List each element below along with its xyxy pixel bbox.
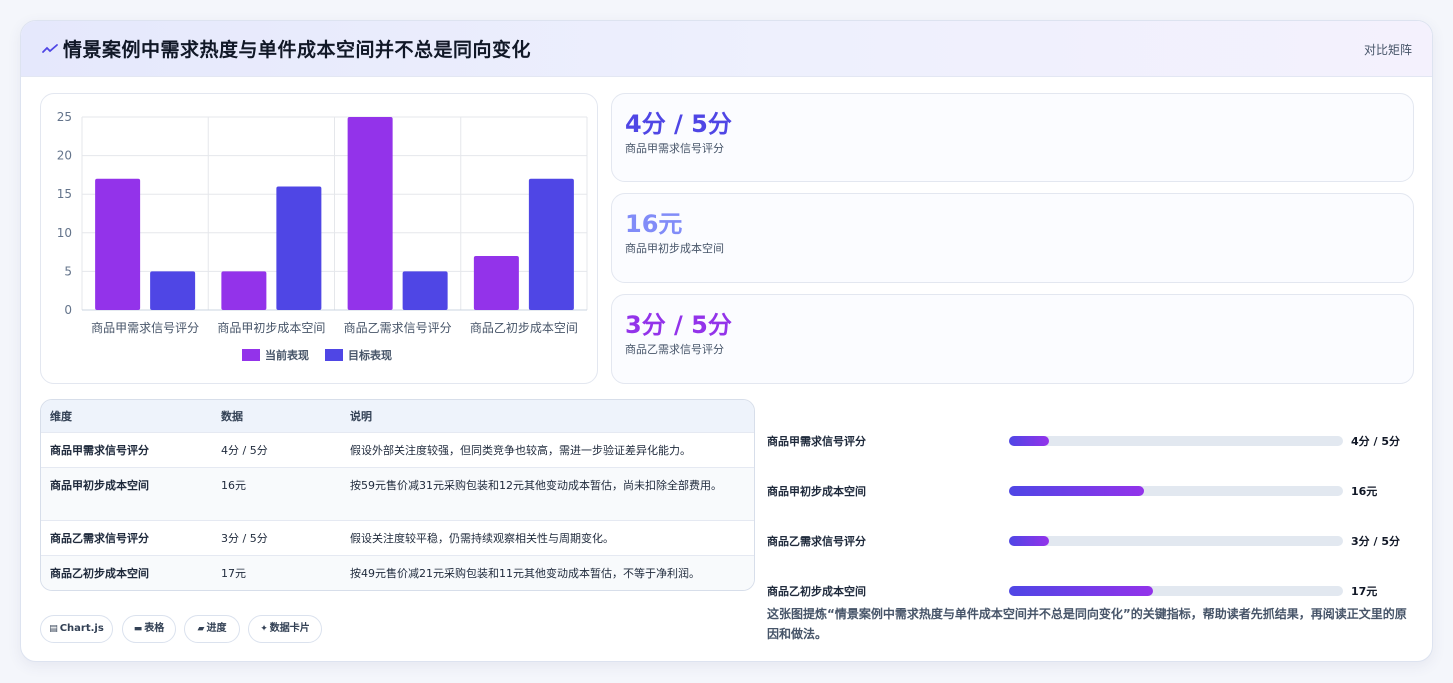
bar-current xyxy=(95,178,141,310)
bar-current xyxy=(347,117,393,310)
chart-svg: 0 5 10 15 20 25 商品甲需求信号评分 商品甲初步成本空间 商品乙需求信号评分 商品乙… xyxy=(57,110,588,362)
x-tick-label: 商品甲初步成本空间 xyxy=(217,320,325,335)
progress-track xyxy=(1009,536,1343,546)
progress-row: 商品甲需求信号评分 4分 / 5分 xyxy=(767,426,1417,456)
pill-label: 数据卡片 xyxy=(269,623,310,634)
sparkline-icon xyxy=(41,40,59,58)
x-tick-label: 商品甲需求信号评分 xyxy=(91,320,199,335)
pill-2[interactable]: ▬ 表格 xyxy=(122,615,176,643)
progress-value: 16元 xyxy=(1351,485,1378,498)
y-tick-label: 25 xyxy=(57,110,72,124)
legend-swatch xyxy=(242,349,260,361)
sparkle-icon: ✦ xyxy=(260,624,268,634)
progress-row: 商品甲初步成本空间 16元 xyxy=(767,476,1417,506)
progress-value: 4分 / 5分 xyxy=(1351,435,1400,448)
progress-value: 3分 / 5分 xyxy=(1351,535,1400,548)
pill-1[interactable]: ▤ Chart.js xyxy=(40,615,113,643)
page-title: 情景案例中需求热度与单件成本空间并不总是同向变化 xyxy=(63,39,532,61)
progress-fill xyxy=(1009,436,1050,446)
pill-4[interactable]: ✦ 数据卡片 xyxy=(248,615,322,643)
progress-label: 商品乙需求信号评分 xyxy=(767,535,866,548)
stat-card: 3分 / 5分商品乙需求信号评分 xyxy=(611,294,1414,384)
progress-label: 商品乙初步成本空间 xyxy=(767,585,866,598)
stat-value: 16元 xyxy=(625,210,683,238)
table-cell: 商品甲初步成本空间 xyxy=(50,479,149,492)
progress-fill xyxy=(1009,486,1145,496)
data-table: 维度 数据 说明商品甲需求信号评分 4分 / 5分 假设外部关注度较强，但同类竞争也较高… xyxy=(40,399,755,591)
x-tick-label: 商品乙需求信号评分 xyxy=(344,320,452,335)
y-tick-label: 15 xyxy=(57,187,72,201)
table-cell: 按59元售价减31元采购包装和12元其他变动成本暂估，尚未扣除全部费用。 xyxy=(350,479,722,492)
table-header-cell: 维度 xyxy=(50,410,72,423)
y-tick-label: 0 xyxy=(64,303,72,317)
bar-target xyxy=(528,178,574,310)
pill-3[interactable]: ▰ 进度 xyxy=(184,615,240,643)
stat-value: 4分 / 5分 xyxy=(625,110,732,138)
table-header-cell: 数据 xyxy=(221,410,243,423)
table-cell: 3分 / 5分 xyxy=(221,532,268,545)
caption-text: 这张图提炼“情景案例中需求热度与单件成本空间并不总是同向变化”的关键指标，帮助读… xyxy=(767,607,1407,641)
stat-label: 商品甲需求信号评分 xyxy=(625,142,724,155)
table-cell: 商品甲需求信号评分 xyxy=(50,444,149,457)
progress-label: 商品甲初步成本空间 xyxy=(767,485,866,498)
pill-label: Chart.js xyxy=(59,623,104,634)
bar-current xyxy=(221,271,267,310)
legend-label: 目标表现 xyxy=(348,348,392,362)
table-cell: 假设外部关注度较强，但同类竞争也较高，需进一步验证差异化能力。 xyxy=(350,444,691,457)
table-header-row: 维度 数据 说明 xyxy=(41,400,754,433)
pill-label: 进度 xyxy=(206,623,227,634)
progress-label: 商品甲需求信号评分 xyxy=(767,435,866,448)
pill-label: 表格 xyxy=(144,623,165,634)
table-row: 商品乙初步成本空间 17元 按49元售价减21元采购包装和11元其他变动成本暂估，不… xyxy=(41,556,754,590)
y-tick-label: 5 xyxy=(64,264,72,278)
y-tick-label: 20 xyxy=(57,149,72,163)
progress-track xyxy=(1009,586,1343,596)
stat-value: 3分 / 5分 xyxy=(625,311,732,339)
progress-track xyxy=(1009,436,1343,446)
progress-row: 商品乙初步成本空间 17元 xyxy=(767,576,1417,606)
bar-target xyxy=(276,186,322,310)
table-cell: 商品乙初步成本空间 xyxy=(50,567,149,580)
stat-label: 商品甲初步成本空间 xyxy=(625,242,724,255)
table-cell: 16元 xyxy=(221,479,246,492)
bar-current xyxy=(473,255,519,310)
stat-card: 16元商品甲初步成本空间 xyxy=(611,193,1414,283)
legend-label: 当前表现 xyxy=(265,348,309,362)
header-tag: 对比矩阵 xyxy=(1363,43,1412,57)
progress-row: 商品乙需求信号评分 3分 / 5分 xyxy=(767,526,1417,556)
table-cell: 4分 / 5分 xyxy=(221,444,268,457)
progress-icon: ▰ xyxy=(197,624,205,634)
table-icon: ▬ xyxy=(133,624,143,634)
table-row: 商品甲需求信号评分 4分 / 5分 假设外部关注度较强，但同类竞争也较高，需进一步验… xyxy=(41,433,754,468)
progress-value: 17元 xyxy=(1351,585,1378,598)
stat-label: 商品乙需求信号评分 xyxy=(625,343,724,356)
table-cell: 商品乙需求信号评分 xyxy=(50,532,149,545)
stat-card: 4分 / 5分商品甲需求信号评分 xyxy=(611,93,1414,182)
table-row: 商品甲初步成本空间 16元 按59元售价减31元采购包装和12元其他变动成本暂估，尚… xyxy=(41,468,754,521)
card-header: 情景案例中需求热度与单件成本空间并不总是同向变化 对比矩阵 xyxy=(21,21,1432,77)
table-cell: 按49元售价减21元采购包装和11元其他变动成本暂估，不等于净利润。 xyxy=(350,567,700,580)
y-tick-label: 10 xyxy=(57,226,72,240)
bar-chart: 0 5 10 15 20 25 商品甲需求信号评分 商品甲初步成本空间 商品乙需求信号评分 商品乙… xyxy=(40,93,598,384)
main-card: 情景案例中需求热度与单件成本空间并不总是同向变化 对比矩阵 0 5 10 15 20 25… xyxy=(20,20,1433,662)
x-tick-label: 商品乙初步成本空间 xyxy=(470,320,578,335)
table-cell: 假设关注度较平稳，仍需持续观察相关性与周期变化。 xyxy=(350,532,614,545)
bar-chart-icon: ▤ xyxy=(49,624,58,634)
bar-target xyxy=(150,271,196,310)
legend-swatch xyxy=(325,349,343,361)
progress-fill xyxy=(1009,536,1050,546)
bar-target xyxy=(402,271,448,310)
progress-fill xyxy=(1009,586,1153,596)
table-header-cell: 说明 xyxy=(350,410,372,423)
progress-track xyxy=(1009,486,1343,496)
table-cell: 17元 xyxy=(221,567,246,580)
table-row: 商品乙需求信号评分 3分 / 5分 假设关注度较平稳，仍需持续观察相关性与周期变化。 xyxy=(41,521,754,556)
